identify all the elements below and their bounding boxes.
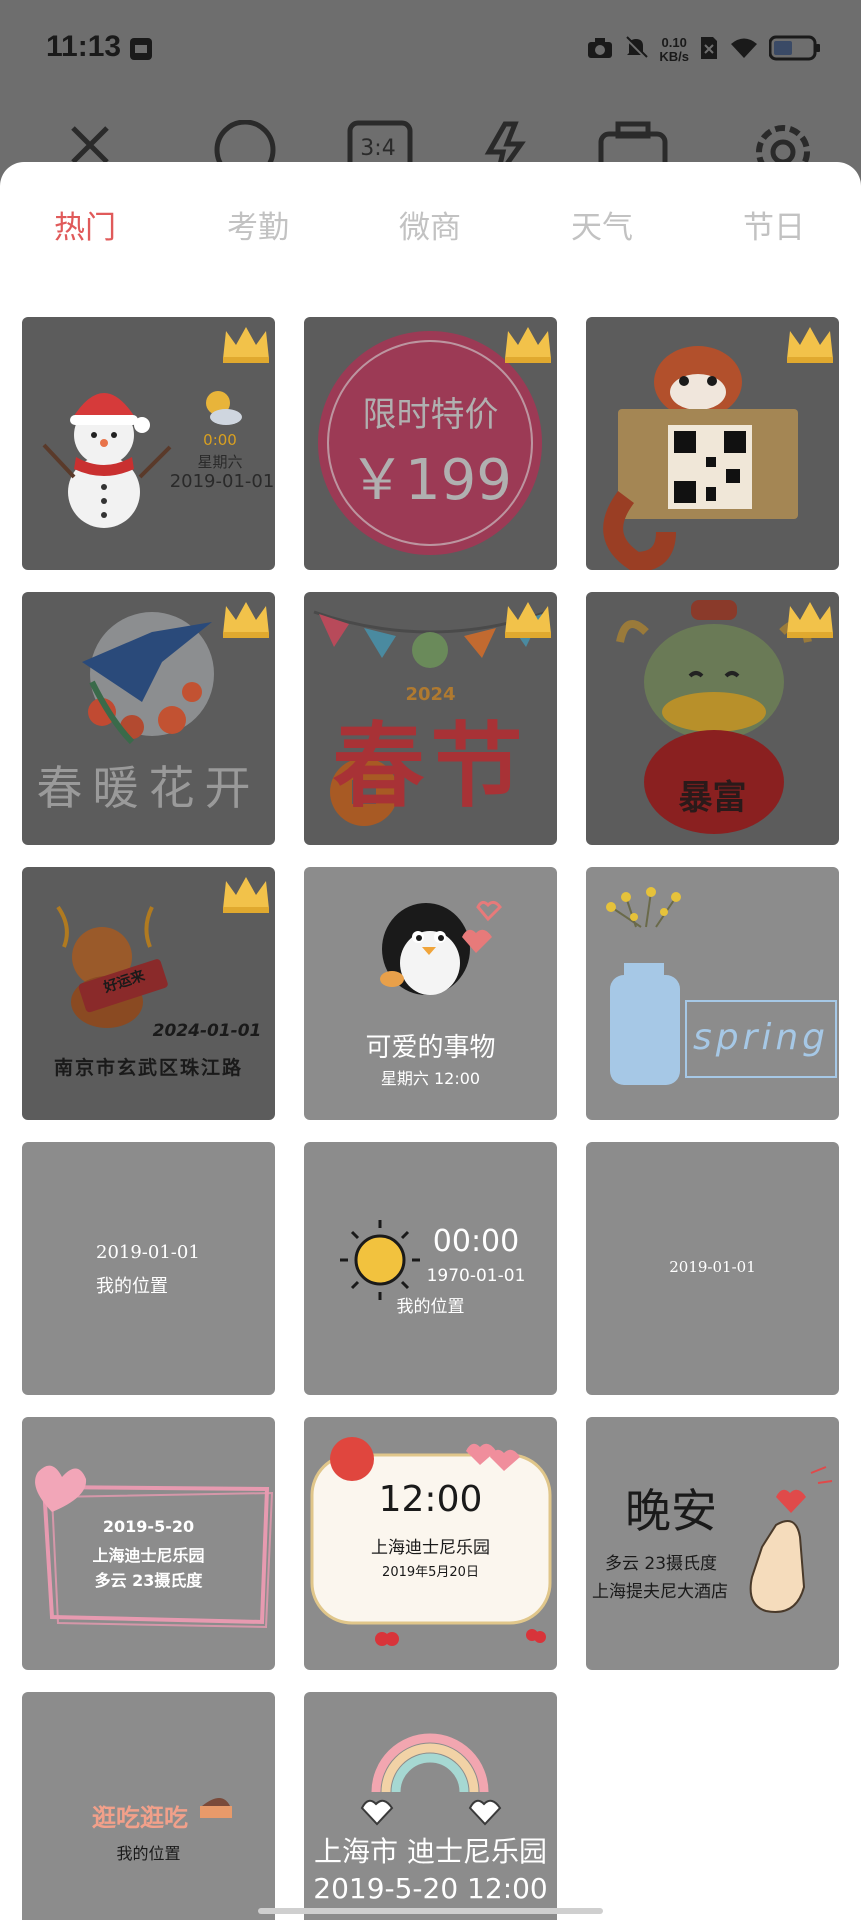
frame-date: 2019-5-20 — [102, 1517, 195, 1536]
dragon-date: 2024-01-01 — [152, 1021, 262, 1041]
template-card-foodie[interactable]: 逛吃逛吃 我的位置 — [22, 1692, 275, 1920]
card-date: 2019-01-01 — [96, 1242, 200, 1263]
aspect-ratio-icon[interactable]: 3:4 — [345, 120, 415, 162]
snowman-time: 0:00 — [203, 431, 237, 449]
price-label: 限时特价 — [362, 395, 499, 435]
finger-heart-illustration — [749, 1466, 833, 1613]
spring-calligraphy: 春暖花开 — [36, 761, 261, 815]
crown-icon — [787, 327, 833, 363]
template-card-penguin[interactable]: 可爱的事物 星期六 12:00 — [304, 867, 557, 1120]
dragon-bag-text: 暴富 — [678, 778, 747, 818]
crown-icon — [505, 602, 551, 638]
net-speed-value: 0.10 — [661, 35, 687, 50]
no-sim-icon — [699, 35, 719, 65]
rainbow-place: 上海市 迪士尼乐园 — [314, 1835, 547, 1868]
template-card-dragon-fortune[interactable]: 暴富 — [586, 592, 839, 845]
status-icons: 0.10 KB/s — [587, 30, 821, 70]
sun-time: 00:00 — [432, 1224, 520, 1259]
template-card-date-only[interactable]: 2019-01-01 — [586, 1142, 839, 1395]
flash-off-icon[interactable] — [470, 120, 540, 162]
switch-camera-icon[interactable] — [598, 120, 668, 162]
snowman-date: 2019-01-01 — [169, 471, 275, 492]
festival-title: 春节 — [332, 713, 529, 820]
good-night-place: 上海提夫尼大酒店 — [592, 1582, 728, 1602]
card-location: 我的位置 — [96, 1276, 168, 1297]
template-card-pink-frame[interactable]: 2019-5-20 上海迪士尼乐园 多云 23摄氏度 — [22, 1417, 275, 1670]
spring-jar-text: spring — [692, 1017, 830, 1058]
net-speed-unit: KB/s — [659, 49, 689, 64]
crown-icon — [223, 877, 269, 913]
frame-place: 上海迪士尼乐园 — [92, 1546, 205, 1565]
tab-hot[interactable]: 热门 — [54, 202, 116, 247]
aspect-ratio-label: 3:4 — [360, 136, 396, 161]
frame-weather: 多云 23摄氏度 — [94, 1571, 203, 1590]
template-card-spring-flowers[interactable]: 春暖花开 — [22, 592, 275, 845]
foodie-title: 逛吃逛吃 — [92, 1804, 188, 1832]
template-card-date-location[interactable]: 2019-01-01 我的位置 — [22, 1142, 275, 1395]
net-speed: 0.10 KB/s — [659, 36, 689, 64]
camera-icon — [587, 36, 613, 64]
tab-attendance[interactable]: 考勤 — [227, 202, 289, 247]
status-time: 11:13 — [46, 30, 122, 63]
sun-location: 我的位置 — [396, 1297, 465, 1317]
camera-toolbar: 3:4 — [0, 100, 861, 162]
price-value: ￥199 — [349, 448, 512, 513]
home-indicator[interactable] — [258, 1908, 603, 1914]
apple-time: 12:00 — [378, 1479, 483, 1520]
apple-place: 上海迪士尼乐园 — [371, 1538, 490, 1558]
template-card-sun-weather[interactable]: 00:00 1970-01-01 我的位置 — [304, 1142, 557, 1395]
crown-icon — [787, 602, 833, 638]
good-night-weather: 多云 23摄氏度 — [604, 1554, 718, 1574]
card-date: 2019-01-01 — [669, 1258, 756, 1276]
watermark-template-sheet: 热门 考勤 微商 天气 节日 0:00 星期六 2019-01-01 限时特价 … — [0, 162, 861, 1920]
dragon-address: 南京市玄武区珠江路 — [53, 1057, 243, 1079]
close-icon[interactable] — [55, 120, 125, 162]
apple-date: 2019年5月20日 — [382, 1565, 479, 1580]
template-card-spring-jar[interactable]: spring — [586, 867, 839, 1120]
flower-jar-illustration — [606, 887, 837, 1085]
template-card-apple-frame[interactable]: 12:00 上海迪士尼乐园 2019年5月20日 — [304, 1417, 557, 1670]
template-card-new-year-dragon[interactable]: 好运来 2024-01-01 南京市玄武区珠江路 — [22, 867, 275, 1120]
crown-icon — [223, 602, 269, 638]
tab-weather[interactable]: 天气 — [571, 202, 633, 247]
portrait-icon[interactable] — [210, 120, 280, 162]
template-card-good-night[interactable]: 晚安 多云 23摄氏度 上海提夫尼大酒店 — [586, 1417, 839, 1670]
penguin-subtitle: 星期六 12:00 — [380, 1069, 481, 1088]
template-card-red-panda-qr[interactable] — [586, 317, 839, 570]
template-card-spring-festival[interactable]: 2024 春节 — [304, 592, 557, 845]
status-bar: 11:13 0.10 KB/s — [0, 0, 861, 100]
rainbow-datetime: 2019-5-20 12:00 — [313, 1872, 548, 1905]
tab-holiday[interactable]: 节日 — [743, 202, 805, 247]
tab-business[interactable]: 微商 — [399, 202, 461, 247]
wifi-icon — [729, 36, 759, 64]
battery-icon — [768, 35, 821, 65]
mute-icon — [623, 35, 649, 65]
crown-icon — [505, 327, 551, 363]
sim-card-icon — [128, 36, 154, 66]
sun-date: 1970-01-01 — [426, 1266, 526, 1286]
foodie-location: 我的位置 — [116, 1844, 181, 1863]
settings-icon[interactable] — [748, 120, 818, 162]
good-night-title: 晚安 — [625, 1484, 717, 1538]
template-card-snowman[interactable]: 0:00 星期六 2019-01-01 — [22, 317, 275, 570]
category-tabs: 热门 考勤 微商 天气 节日 — [0, 162, 861, 282]
crown-icon — [223, 327, 269, 363]
penguin-title: 可爱的事物 — [365, 1033, 496, 1063]
snowman-weekday: 星期六 — [197, 453, 243, 471]
template-card-rainbow[interactable]: 上海市 迪士尼乐园 2019-5-20 12:00 — [304, 1692, 557, 1920]
template-card-price[interactable]: 限时特价 ￥199 — [304, 317, 557, 570]
